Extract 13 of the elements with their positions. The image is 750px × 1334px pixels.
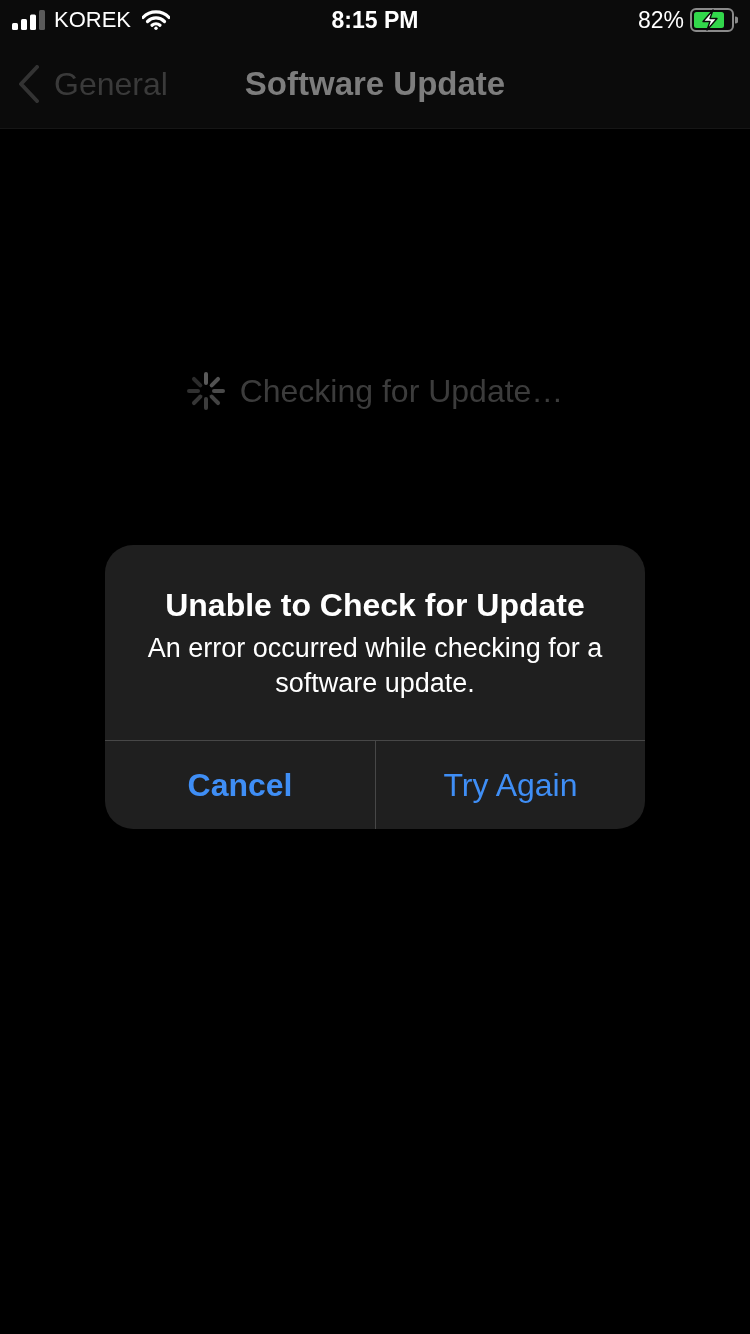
chevron-left-icon: [18, 65, 40, 103]
page-title: Software Update: [244, 64, 506, 104]
action-button[interactable]: Try Again: [375, 741, 645, 830]
wifi-icon: [142, 10, 171, 30]
carrier-name: KOREK: [54, 9, 132, 31]
clock-time: 8:15 PM: [331, 8, 419, 32]
cancel-button[interactable]: Cancel: [105, 741, 375, 830]
battery-percentage: 82%: [637, 8, 684, 32]
alert-title: Unable to Check for Update: [164, 586, 586, 625]
signal-icon: [12, 10, 46, 30]
alert-message: An error occurred while checking for a software update.: [146, 632, 604, 701]
checking-status-text: Checking for Update…: [239, 372, 564, 411]
spinner-icon: [186, 372, 225, 410]
